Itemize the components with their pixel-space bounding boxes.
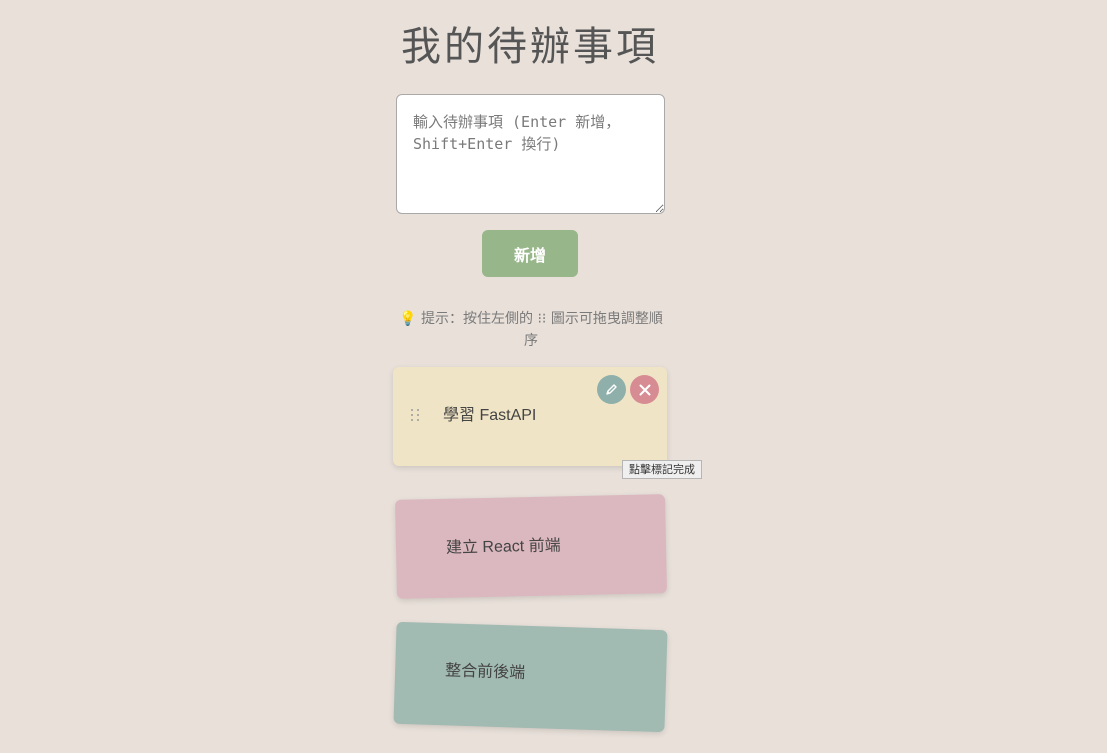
todo-note-1[interactable]: 學習 FastAPI xyxy=(393,367,667,466)
drag-hint: 💡 提示：按住左側的 ⁝⁝ 圖示可拖曳調整順序 xyxy=(396,308,666,352)
close-icon xyxy=(639,384,650,395)
delete-button[interactable] xyxy=(630,375,659,404)
page-title: 我的待辦事項 xyxy=(401,24,659,70)
pencil-icon xyxy=(606,384,617,395)
todo-text: 學習 FastAPI xyxy=(443,407,537,424)
edit-button[interactable] xyxy=(597,375,626,404)
todo-text: 整合前後端 xyxy=(444,662,526,682)
todo-note-2[interactable]: 建立 React 前端 xyxy=(394,494,668,599)
todo-text: 建立 React 前端 xyxy=(445,537,561,557)
todo-note-3[interactable]: 整合前後端 xyxy=(393,621,668,733)
todo-input[interactable] xyxy=(396,94,665,214)
tooltip: 點擊標記完成 xyxy=(622,460,702,479)
lightbulb-icon: 💡 xyxy=(399,311,417,327)
drag-hint-text: 提示：按住左側的 ⁝⁝ 圖示可拖曳調整順序 xyxy=(421,311,663,349)
add-button[interactable]: 新增 xyxy=(482,230,578,277)
drag-handle-icon[interactable] xyxy=(409,407,421,423)
